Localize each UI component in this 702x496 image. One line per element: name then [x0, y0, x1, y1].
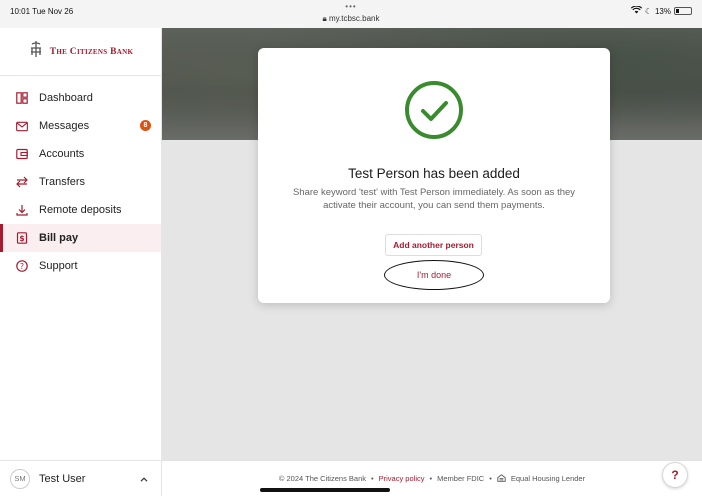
help-circle-icon: ? [16, 260, 28, 272]
main-content: Test Person has been added Share keyword… [162, 28, 702, 496]
avatar: SM [10, 468, 30, 489]
equal-housing-icon [497, 473, 506, 484]
footer-separator: • [489, 474, 492, 483]
transfer-arrows-icon [16, 176, 28, 188]
svg-text:?: ? [20, 262, 24, 271]
mail-icon [16, 120, 28, 132]
sidebar-item-accounts[interactable]: Accounts [0, 140, 161, 168]
charging-icon: ☾ [644, 6, 652, 16]
equal-housing-text: Equal Housing Lender [510, 474, 586, 483]
sidebar-item-remote-deposits[interactable]: Remote deposits [0, 196, 161, 224]
success-check-icon [405, 81, 463, 139]
tab-dots[interactable]: ••• [0, 2, 702, 11]
sidebar-item-label: Messages [39, 120, 90, 132]
add-another-person-button[interactable]: Add another person [385, 234, 482, 256]
footer-separator: • [429, 474, 433, 483]
privacy-policy-link[interactable]: Privacy policy [379, 474, 425, 483]
dialog-title: Test Person has been added [348, 166, 520, 181]
home-indicator [260, 488, 390, 492]
member-fdic-text: Member FDIC [437, 474, 485, 483]
sidebar-item-label: Dashboard [39, 92, 93, 104]
sidebar-item-label: Accounts [39, 148, 85, 160]
status-bar: 10:01 Tue Nov 26 ••• 🔒︎ my.tcbsc.bank ☾ … [0, 0, 702, 28]
svg-text:$: $ [19, 234, 24, 243]
dialog-message: Share keyword 'test' with Test Person im… [292, 187, 576, 211]
chevron-up-icon[interactable] [140, 474, 148, 484]
sidebar-item-label: Bill pay [39, 232, 79, 244]
bank-name: The Citizens Bank [49, 46, 134, 57]
bank-emblem-icon [28, 40, 44, 63]
sidebar-item-messages[interactable]: Messages 8 [0, 112, 161, 140]
sidebar: The Citizens Bank Dashboard Messages 8 A… [0, 28, 162, 496]
sidebar-item-label: Remote deposits [39, 204, 122, 216]
address-bar[interactable]: 🔒︎ my.tcbsc.bank [0, 14, 702, 24]
deposit-download-icon [16, 204, 28, 216]
sidebar-item-label: Transfers [39, 176, 86, 188]
user-menu[interactable]: SM Test User [0, 460, 162, 496]
sidebar-item-support[interactable]: ? Support [0, 252, 161, 280]
status-icons: ☾ 13% [630, 5, 692, 16]
im-done-button[interactable]: I'm done [384, 260, 484, 290]
battery-percent: 13% [654, 6, 671, 16]
dashboard-icon [16, 92, 28, 104]
sidebar-item-label: Support [39, 260, 78, 272]
footer-separator: • [371, 474, 374, 483]
user-name: Test User [39, 472, 86, 485]
sidebar-item-dashboard[interactable]: Dashboard [0, 84, 161, 112]
wallet-icon [16, 148, 28, 160]
sidebar-nav: Dashboard Messages 8 Accounts Transfers [0, 84, 161, 280]
wifi-icon [630, 5, 642, 16]
help-button[interactable]: ? [662, 462, 688, 488]
unread-badge: 8 [140, 120, 151, 131]
sidebar-item-transfers[interactable]: Transfers [0, 168, 161, 196]
bill-icon: $ [16, 232, 28, 244]
success-dialog: Test Person has been added Share keyword… [258, 48, 610, 303]
sidebar-item-bill-pay[interactable]: $ Bill pay [0, 224, 161, 252]
battery-icon [674, 7, 692, 15]
copyright-text: © 2024 The Citizens Bank [278, 474, 366, 483]
bank-logo[interactable]: The Citizens Bank [0, 28, 161, 76]
footer: © 2024 The Citizens Bank • Privacy polic… [162, 460, 702, 496]
